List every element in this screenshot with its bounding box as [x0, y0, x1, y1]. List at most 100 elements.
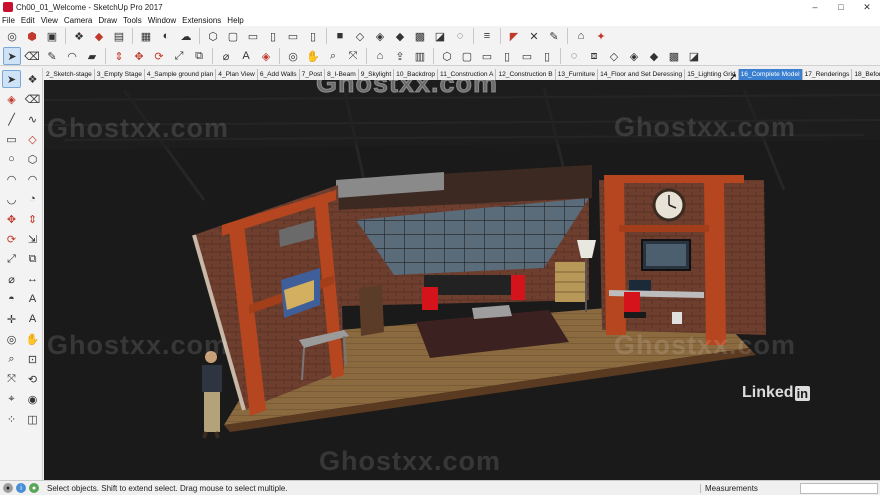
pan-tool-button[interactable]: ✋ — [23, 330, 42, 348]
position-camera-tool-button[interactable]: ⌖ — [2, 390, 21, 408]
menu-extensions[interactable]: Extensions — [182, 16, 221, 25]
scene-tab[interactable]: 4_Sample ground plan — [145, 68, 217, 80]
components-button[interactable]: ❖ — [70, 27, 88, 45]
left-button[interactable]: ▯ — [304, 27, 322, 45]
menu-help[interactable]: Help — [227, 16, 243, 25]
menu-window[interactable]: Window — [148, 16, 176, 25]
component-tool-button[interactable]: ❖ — [23, 70, 42, 88]
tag-button[interactable]: ◤ — [505, 27, 523, 45]
pan-button[interactable]: ✋ — [304, 47, 322, 65]
orbit-button[interactable]: ◎ — [3, 27, 21, 45]
xray-button[interactable]: ◌ — [565, 47, 583, 65]
text-tool-button[interactable]: A — [23, 290, 42, 308]
pencil-button[interactable]: ✎ — [43, 47, 61, 65]
mono-button[interactable]: ◪ — [431, 27, 449, 45]
front-button[interactable]: ▭ — [244, 27, 262, 45]
scale-button[interactable]: ⤢ — [170, 47, 188, 65]
shadows-button[interactable]: ◐ — [157, 27, 175, 45]
shaded-button[interactable]: ◆ — [391, 27, 409, 45]
right-button[interactable]: ▯ — [264, 27, 282, 45]
text-button[interactable]: A — [237, 47, 255, 65]
scene-tab[interactable]: 18_Before You — [852, 69, 880, 80]
credits-icon[interactable]: i — [16, 483, 26, 493]
menu-tools[interactable]: Tools — [123, 16, 142, 25]
menu-view[interactable]: View — [41, 16, 58, 25]
back-edges-button[interactable]: ⧈ — [585, 47, 603, 65]
shaded-button[interactable]: ◆ — [645, 47, 663, 65]
tape-button[interactable]: ⌀ — [217, 47, 235, 65]
zoom-tool-button[interactable]: ⌕ — [2, 350, 21, 368]
scene-tab[interactable]: 7_Post — [300, 68, 326, 80]
arc-tool-button[interactable]: ◠ — [2, 170, 21, 188]
scene-tab[interactable]: 10_Backdrop — [394, 68, 439, 80]
geo-location-icon[interactable]: ● — [3, 483, 13, 493]
zoom-button[interactable]: ⌕ — [324, 47, 342, 65]
model-viewport[interactable]: Ghostxx.com Ghostxx.com Ghostxx.com Ghos… — [44, 80, 880, 480]
scene-tab[interactable]: 12_Construction B — [496, 68, 556, 80]
iso-view-button[interactable]: ⬡ — [438, 47, 456, 65]
scene-tab[interactable]: 14_Floor and Set Deressing — [598, 68, 686, 80]
line-tool-button[interactable]: ╱ — [2, 110, 21, 128]
select-button[interactable]: ➤ — [3, 47, 21, 65]
styles-button[interactable]: ▦ — [137, 27, 155, 45]
move-tool-button[interactable]: ✥ — [2, 210, 21, 228]
scene-tab[interactable]: 2_Sketch-stage — [44, 68, 95, 80]
xray-button[interactable]: ◌ — [451, 27, 469, 45]
eraser-tool-button[interactable]: ⌫ — [23, 90, 42, 108]
move-view-button[interactable]: ⬢ — [23, 27, 41, 45]
front-view-button[interactable]: ▭ — [478, 47, 496, 65]
push-pull-tool-button[interactable]: ⇕ — [23, 210, 42, 228]
protractor-tool-button[interactable]: ◓ — [2, 290, 21, 308]
hidden-line-button[interactable]: ◈ — [625, 47, 643, 65]
maximize-button[interactable]: □ — [828, 2, 854, 12]
scene-tab[interactable]: 3_Empty Stage — [95, 68, 145, 80]
paint-bucket-button[interactable]: ◈ — [257, 47, 275, 65]
circle-tool-button[interactable]: ○ — [2, 150, 21, 168]
two-point-arc-tool-button[interactable]: ◠ — [23, 170, 42, 188]
minimize-button[interactable]: – — [802, 2, 828, 12]
follow-button[interactable]: ✕ — [525, 27, 543, 45]
rotated-rect-tool-button[interactable]: ◇ — [23, 130, 42, 148]
scene-tab[interactable]: 11_Construction A — [438, 68, 497, 80]
left-view-button[interactable]: ▯ — [538, 47, 556, 65]
orbit-button[interactable]: ◎ — [284, 47, 302, 65]
menu-camera[interactable]: Camera — [64, 16, 92, 25]
back-button[interactable]: ▭ — [284, 27, 302, 45]
freehand-tool-button[interactable]: ∿ — [23, 110, 42, 128]
scene-tab[interactable]: 9_Skylight — [359, 68, 395, 80]
menu-file[interactable]: File — [2, 16, 15, 25]
eraser-button[interactable]: ⌫ — [23, 47, 41, 65]
warehouse-button[interactable]: ⌂ — [572, 27, 590, 45]
iso-button[interactable]: ⬡ — [204, 27, 222, 45]
rotate-tool-button[interactable]: ⟳ — [2, 230, 21, 248]
solid-button[interactable]: ■ — [331, 27, 349, 45]
back-view-button[interactable]: ▭ — [518, 47, 536, 65]
tape-tool-button[interactable]: ⌀ — [2, 270, 21, 288]
axes-tool-button[interactable]: ✛ — [2, 310, 21, 328]
polygon-tool-button[interactable]: ⬡ — [23, 150, 42, 168]
layer-button[interactable]: ≡ — [478, 27, 496, 45]
extension-warehouse-button[interactable]: ▤ — [110, 27, 128, 45]
menu-edit[interactable]: Edit — [21, 16, 35, 25]
layout-button[interactable]: ▥ — [411, 47, 429, 65]
zoom-extents-button[interactable]: ⤧ — [344, 47, 362, 65]
wireframe-button[interactable]: ◇ — [605, 47, 623, 65]
rectangle-tool-button[interactable]: ▭ — [2, 130, 21, 148]
top-button[interactable]: ▢ — [224, 27, 242, 45]
menu-draw[interactable]: Draw — [98, 16, 117, 25]
scene-tab[interactable]: 13_Furniture — [556, 68, 599, 80]
wire-button[interactable]: ◇ — [351, 27, 369, 45]
paint-button[interactable]: ◆ — [90, 27, 108, 45]
scene-tab[interactable]: 16_Complete Model — [738, 68, 803, 80]
orbit-tool-button[interactable]: ◎ — [2, 330, 21, 348]
right-view-button[interactable]: ▯ — [498, 47, 516, 65]
pie-tool-button[interactable]: ◔ — [23, 190, 42, 208]
textured-button[interactable]: ▩ — [411, 27, 429, 45]
follow-me-tool-button[interactable]: ⇲ — [23, 230, 42, 248]
three-point-arc-tool-button[interactable]: ◡ — [2, 190, 21, 208]
shape-button[interactable]: ▰ — [83, 47, 101, 65]
dimension-tool-button[interactable]: ↔ — [23, 270, 42, 288]
3d-text-tool-button[interactable]: A — [23, 310, 42, 328]
offset-tool-button[interactable]: ⧉ — [23, 250, 42, 268]
warehouse-button[interactable]: ⌂ — [371, 47, 389, 65]
